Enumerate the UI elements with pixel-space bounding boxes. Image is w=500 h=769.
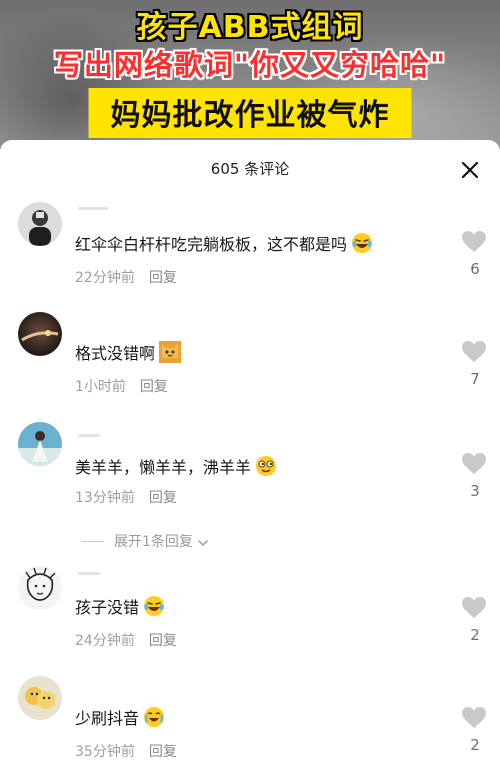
comment-text: 美羊羊，懒羊羊，沸羊羊 (75, 454, 278, 478)
avatar[interactable] (18, 202, 62, 246)
video-headline-3: 妈妈批改作业被气炸 (110, 98, 390, 133)
avatar[interactable] (18, 422, 62, 466)
video-headline-2: 写出网络歌词"你又又穷哈哈" (53, 48, 447, 82)
cat-emoji-icon (158, 340, 182, 364)
reply-button[interactable]: 回复 (149, 633, 177, 649)
comment-time: 13分钟前 (75, 490, 135, 506)
comment-sheet-header: 605 条评论 (0, 140, 500, 196)
like-count: 6 (470, 260, 480, 278)
username-placeholder (78, 434, 100, 437)
comment-item: 美羊羊，懒羊羊，沸羊羊 13分钟前 回复 3 (0, 420, 500, 520)
reply-button[interactable]: 回复 (149, 270, 177, 286)
comment-sheet: 605 条评论 红伞伞白杆杆吃完躺板板，这不都是吗 22分钟前 回复 6 格式没… (0, 140, 500, 769)
video-header: 孩子ABB式组词 写出网络歌词"你又又穷哈哈" 妈妈批改作业被气炸 (0, 0, 500, 150)
comment-time: 1小时前 (75, 379, 126, 395)
heart-icon[interactable] (461, 340, 487, 364)
video-headline-1: 孩子ABB式组词 (136, 10, 364, 45)
video-headline-3-banner: 妈妈批改作业被气炸 (88, 88, 412, 138)
username-placeholder (78, 572, 100, 575)
comment-meta: 35分钟前 回复 (75, 741, 177, 761)
comment-meta: 13分钟前 回复 (75, 487, 177, 507)
like-count: 7 (470, 370, 480, 388)
comment-time: 22分钟前 (75, 270, 135, 286)
reply-button[interactable]: 回复 (140, 379, 168, 395)
comment-meta: 24分钟前 回复 (75, 630, 177, 650)
laugh-cry-emoji-icon (142, 705, 166, 729)
like-count: 2 (470, 736, 480, 754)
smirk-emoji-icon (254, 454, 278, 478)
comment-time: 24分钟前 (75, 633, 135, 649)
comment-meta: 22分钟前 回复 (75, 267, 177, 287)
divider (82, 540, 104, 542)
avatar[interactable] (18, 566, 62, 610)
rofl-emoji-icon (142, 594, 166, 618)
comment-text: 红伞伞白杆杆吃完躺板板，这不都是吗 (75, 231, 374, 255)
comment-meta: 1小时前 回复 (75, 376, 168, 396)
comment-count: 605 条评论 (210, 160, 290, 178)
close-icon[interactable] (460, 160, 480, 180)
avatar[interactable] (18, 676, 62, 720)
comment-item: 红伞伞白杆杆吃完躺板板，这不都是吗 22分钟前 回复 6 (0, 198, 500, 298)
avatar[interactable] (18, 312, 62, 356)
comment-text: 少刷抖音 (75, 705, 166, 729)
reply-button[interactable]: 回复 (149, 490, 177, 506)
comment-time: 35分钟前 (75, 744, 135, 760)
like-count: 3 (470, 482, 480, 500)
comment-item: 孩子没错 24分钟前 回复 2 (0, 564, 500, 664)
rofl-emoji-icon (350, 231, 374, 255)
heart-icon[interactable] (461, 452, 487, 476)
username-placeholder (78, 207, 108, 210)
expand-replies-button[interactable]: 展开1条回复 (82, 531, 209, 551)
reply-button[interactable]: 回复 (149, 744, 177, 760)
comment-text: 格式没错啊 (75, 340, 182, 364)
heart-icon[interactable] (461, 596, 487, 620)
comment-item: 少刷抖音 35分钟前 回复 2 (0, 674, 500, 769)
chevron-down-icon (197, 536, 209, 547)
comment-item: 格式没错啊 1小时前 回复 7 (0, 310, 500, 410)
comment-text: 孩子没错 (75, 594, 166, 618)
heart-icon[interactable] (461, 230, 487, 254)
expand-replies-label: 展开1条回复 (114, 534, 193, 550)
like-count: 2 (470, 626, 480, 644)
heart-icon[interactable] (461, 706, 487, 730)
